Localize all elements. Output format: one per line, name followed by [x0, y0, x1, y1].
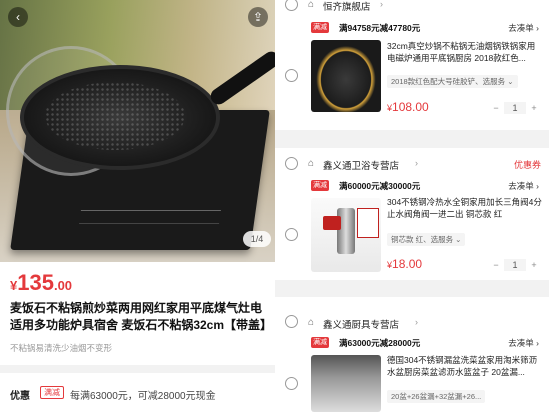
item-spec-selector[interactable]: 铜芯款 红、选服务 ⌄ [387, 233, 466, 246]
quantity-plus-button[interactable]: + [529, 260, 539, 270]
chevron-left-icon: ‹ [16, 10, 20, 24]
share-icon: ⇪ [252, 10, 264, 24]
store-icon: ⌂ [308, 317, 315, 328]
store-arrow-icon: › [415, 317, 418, 327]
store-checkbox[interactable] [285, 315, 298, 328]
promotion-tag: 满减 [40, 386, 64, 399]
store-arrow-icon: › [415, 158, 418, 168]
valve-knob-graphic [323, 216, 341, 230]
store-promo-text: 满60000元减30000元 [339, 181, 421, 191]
store-promo-row: 满减 满63000元减28000元 去凑单 › [311, 337, 549, 351]
share-button[interactable]: ⇪ [248, 7, 268, 27]
valve-label-graphic [357, 208, 379, 238]
item-thumbnail[interactable] [311, 198, 381, 272]
product-detail-panel: ‹ ⇪ 1/4 ¥135.00 麦饭石不粘锅煎炒菜两用网红家用平底煤气灶电适用多… [0, 0, 275, 412]
store-promo-text: 满94758元减47780元 [339, 23, 421, 33]
item-price: ¥18.00 [387, 257, 422, 271]
product-image[interactable]: ‹ ⇪ 1/4 [0, 0, 275, 262]
store-checkbox[interactable] [285, 157, 298, 170]
store-promo-row: 满减 满94758元减47780元 去凑单 › [311, 22, 549, 36]
item-title[interactable]: 32cm真空炒锅不粘锅无油烟锅铁锅家用电磁炉通用平底锅厨房 2018款红色... [387, 40, 542, 64]
item-thumbnail[interactable] [311, 40, 381, 112]
store-promo-tag: 满减 [311, 22, 329, 33]
product-title: 麦饭石不粘锅煎炒菜两用网红家用平底煤气灶电适用多功能炉具宿舍 麦饭石不粘锅32c… [10, 301, 273, 332]
product-subtitle: 不粘锅易清洗少油烟不变形 [10, 343, 113, 353]
item-title[interactable]: 德国304不锈钢漏盆洗菜盆家用淘米筛沥水盆厨房菜盆滤沥水篮盆子 20盆漏... [387, 354, 542, 378]
item-price: ¥108.00 [387, 100, 429, 114]
store-checkbox[interactable] [285, 0, 298, 11]
product-info: ¥135.00 麦饭石不粘锅煎炒菜两用网红家用平底煤气灶电适用多功能炉具宿舍 麦… [0, 262, 275, 365]
cooker-panel-graphic [79, 210, 221, 224]
item-title[interactable]: 304不锈钢冷热水全铜家用加长三角阀4分止水阀角阀一进二出 铜芯款 红 [387, 196, 542, 220]
quantity-minus-button[interactable]: − [491, 260, 501, 270]
quantity-stepper: −1 + [491, 259, 539, 271]
promotion-text: 每满63000元，可减28000元现金 [70, 391, 216, 402]
store-name[interactable]: 鑫义通卫浴专营店 [323, 158, 399, 172]
item-thumbnail[interactable] [311, 355, 381, 412]
store-name[interactable]: 恒齐旗舰店 [323, 0, 371, 13]
promotion-label: 优惠 [10, 391, 30, 402]
item-price-value: 108.00 [392, 100, 429, 114]
wok-texture-graphic [45, 82, 185, 150]
store-promo-tag: 满减 [311, 337, 329, 348]
back-button[interactable]: ‹ [8, 7, 28, 27]
store-promo-text: 满63000元减28000元 [339, 338, 421, 348]
valve-body-graphic [337, 208, 355, 254]
item-spec-selector[interactable]: 20盆+26盆漏+32盆漏+26... [387, 390, 486, 403]
quantity-minus-button[interactable]: − [491, 103, 501, 113]
coupon-button[interactable]: 优惠券 [514, 158, 541, 171]
add-on-items-link[interactable]: 去凑单 › [508, 337, 539, 349]
quantity-value[interactable]: 1 [504, 102, 526, 114]
add-on-items-link[interactable]: 去凑单 › [508, 22, 539, 34]
store-name[interactable]: 鑫义通厨具专营店 [323, 317, 399, 331]
cart-store-group: ⌂ 恒齐旗舰店 › 满减 满94758元减47780元 去凑单 › 32cm真空… [275, 0, 549, 130]
cart-store-group: ⌂ 鑫义通厨具专营店 › 满减 满63000元减28000元 去凑单 › 德国3… [275, 297, 549, 412]
store-icon: ⌂ [308, 0, 315, 10]
quantity-stepper: −1 + [491, 102, 539, 114]
cart-panel: ⌂ 恒齐旗舰店 › 满减 满94758元减47780元 去凑单 › 32cm真空… [275, 0, 549, 412]
item-checkbox[interactable] [285, 377, 298, 390]
image-counter: 1/4 [243, 231, 271, 247]
promotion-row[interactable]: 优惠 满减 每满63000元，可减28000元现金 [0, 373, 275, 412]
item-spec-selector[interactable]: 2018款红色配大号硅胶铲、选服务 ⌄ [387, 75, 518, 88]
product-price: ¥135.00 [10, 270, 72, 296]
add-on-items-link[interactable]: 去凑单 › [508, 180, 539, 192]
store-arrow-icon: › [380, 0, 383, 9]
item-checkbox[interactable] [285, 228, 298, 241]
store-promo-tag: 满减 [311, 180, 329, 191]
item-checkbox[interactable] [285, 69, 298, 82]
store-promo-row: 满减 满60000元减30000元 去凑单 › [311, 180, 549, 194]
price-decimal: .00 [53, 278, 73, 293]
store-icon: ⌂ [308, 158, 315, 169]
price-integer: 135 [17, 270, 54, 295]
cart-store-group: ⌂ 鑫义通卫浴专营店 › 优惠券 满减 满60000元减30000元 去凑单 ›… [275, 148, 549, 280]
quantity-value[interactable]: 1 [504, 259, 526, 271]
item-price-value: 18.00 [392, 257, 423, 271]
quantity-plus-button[interactable]: + [529, 103, 539, 113]
